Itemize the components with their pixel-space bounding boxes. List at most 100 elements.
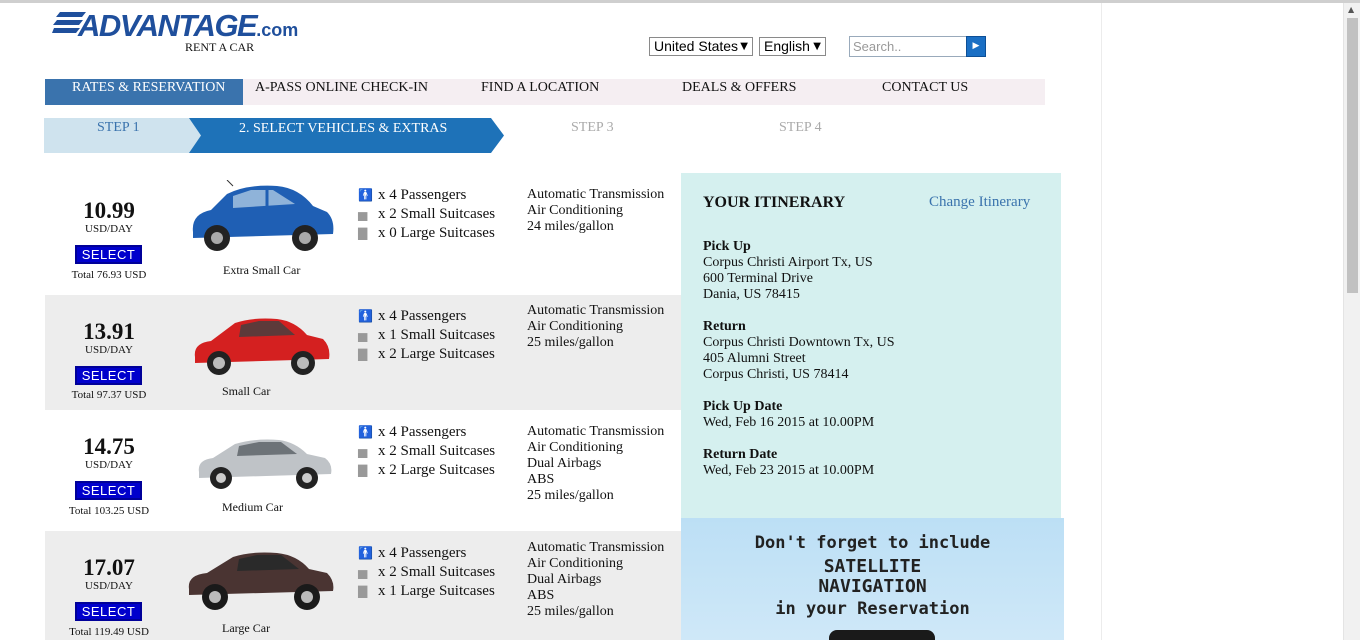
return-line: 405 Alumni Street	[703, 351, 806, 366]
car-name: Medium Car	[222, 500, 283, 514]
nav-rates-reservation[interactable]: RATES & RESERVATION	[45, 79, 243, 105]
car-per-day: USD/DAY	[85, 344, 133, 356]
satellite-navigation-promo[interactable]: Don't forget to include SATELLITE NAVIGA…	[681, 518, 1064, 640]
logo-wordmark: ADVANTAGE.com	[78, 8, 298, 44]
passenger-icon: 🚹	[358, 546, 373, 560]
promo-line-4: in your Reservation	[775, 599, 970, 619]
passenger-count: x 4 Passengers	[378, 308, 467, 324]
return-location: Return Corpus Christi Downtown Tx, US 40…	[703, 319, 894, 383]
car-feature: Dual Airbags	[527, 456, 602, 471]
car-feature: Air Conditioning	[527, 203, 624, 218]
car-price: 14.75	[83, 434, 135, 459]
large-suitcase-icon: ▇	[358, 463, 368, 477]
passenger-count: x 4 Passengers	[378, 424, 467, 440]
logo-domain: .com	[256, 20, 299, 40]
logo-main: ADVANTAGE	[78, 8, 258, 43]
large-suitcase-count: x 0 Large Suitcases	[378, 225, 495, 241]
passenger-count: x 4 Passengers	[378, 545, 467, 561]
car-name: Extra Small Car	[223, 263, 301, 277]
scroll-thumb[interactable]	[1347, 18, 1358, 293]
car-name: Small Car	[222, 384, 271, 398]
return-date: Return Date Wed, Feb 23 2015 at 10.00PM	[703, 447, 874, 479]
large-suitcase-count: x 2 Large Suitcases	[378, 462, 495, 478]
promo-line-1: Don't forget to include	[754, 533, 991, 553]
search-input[interactable]: Search..	[849, 36, 967, 57]
car-feature: 24 miles/gallon	[527, 219, 614, 234]
itinerary-title: YOUR ITINERARY	[703, 194, 846, 211]
car-feature: 25 miles/gallon	[527, 488, 614, 503]
country-select[interactable]: United States ▼	[649, 37, 753, 56]
car-price: 17.07	[83, 555, 135, 580]
car-feature: 25 miles/gallon	[527, 335, 614, 350]
return-heading: Return	[703, 319, 746, 334]
car-feature: Air Conditioning	[527, 319, 624, 334]
return-date-value: Wed, Feb 23 2015 at 10.00PM	[703, 463, 875, 478]
car-per-day: USD/DAY	[85, 580, 133, 592]
car-features: Automatic Transmission Air Conditioning …	[527, 303, 664, 351]
passenger-count: x 4 Passengers	[378, 187, 467, 203]
return-line: Corpus Christi Downtown Tx, US	[703, 335, 895, 350]
car-features: Automatic Transmission Air Conditioning …	[527, 424, 664, 504]
advantage-logo[interactable]: ADVANTAGE.com RENT A CAR	[52, 8, 312, 58]
return-line: Corpus Christi, US 78414	[703, 367, 849, 382]
car-total: Total 119.49 USD	[69, 626, 149, 638]
booking-steps: STEP 1 2. SELECT VEHICLES & EXTRAS STEP …	[44, 118, 1044, 153]
large-suitcase-count: x 1 Large Suitcases	[378, 583, 495, 599]
language-select[interactable]: English ▼	[759, 37, 826, 56]
select-car-button[interactable]: SELECT	[75, 245, 142, 264]
large-suitcase-icon: ▇	[358, 347, 368, 361]
car-feature: Automatic Transmission	[527, 540, 665, 555]
promo-line-3: NAVIGATION	[818, 576, 927, 597]
car-image	[192, 180, 334, 251]
car-feature: Automatic Transmission	[527, 187, 665, 202]
chevron-down-icon: ▼	[813, 41, 821, 52]
car-capacity: 🚹 x 4 Passengers ▅ x 2 Small Suitcases ▇ x …	[358, 423, 495, 480]
pickup-date: Pick Up Date Wed, Feb 16 2015 at 10.00PM	[703, 399, 874, 431]
step-2-arrow: 2. SELECT VEHICLES & EXTRAS	[189, 118, 504, 153]
search-button[interactable]: ▶	[966, 36, 986, 57]
car-feature: ABS	[527, 472, 555, 487]
select-car-button[interactable]: SELECT	[75, 366, 142, 385]
car-feature: 25 miles/gallon	[527, 604, 614, 619]
car-row-extra-small: 10.99 USD/DAY SELECT Total 76.93 USD Ext…	[45, 174, 681, 295]
small-suitcase-count: x 2 Small Suitcases	[378, 443, 496, 459]
small-suitcase-icon: ▅	[358, 565, 368, 579]
car-name: Large Car	[222, 621, 271, 635]
scroll-up-icon[interactable]: ▲	[1348, 5, 1354, 14]
car-image	[188, 552, 334, 610]
step-3: STEP 3	[571, 120, 614, 135]
car-capacity: 🚹 x 4 Passengers ▅ x 1 Small Suitcases ▇ x …	[358, 307, 495, 364]
nav-find-location[interactable]: FIND A LOCATION	[481, 79, 599, 105]
language-value: English	[764, 38, 810, 54]
return-date-heading: Return Date	[703, 447, 778, 462]
select-car-button[interactable]: SELECT	[75, 602, 142, 621]
car-total: Total 76.93 USD	[71, 269, 147, 281]
browser-top-border	[0, 0, 1360, 3]
pickup-location: Pick Up Corpus Christi Airport Tx, US 60…	[703, 239, 873, 303]
car-price: 10.99	[83, 198, 135, 223]
step-4: STEP 4	[779, 120, 822, 135]
car-feature: Automatic Transmission	[527, 303, 665, 318]
car-feature: Air Conditioning	[527, 440, 624, 455]
change-itinerary-link[interactable]: Change Itinerary	[929, 194, 1030, 211]
car-image	[194, 318, 330, 375]
small-suitcase-count: x 2 Small Suitcases	[378, 206, 496, 222]
car-row-large: 17.07 USD/DAY SELECT Total 119.49 USD La…	[45, 531, 681, 640]
small-suitcase-icon: ▅	[358, 444, 368, 458]
chevron-down-icon: ▼	[740, 41, 748, 52]
content-edge	[1101, 3, 1102, 640]
nav-deals-offers[interactable]: DEALS & OFFERS	[682, 79, 796, 105]
pickup-line: Dania, US 78415	[703, 287, 800, 302]
small-suitcase-count: x 2 Small Suitcases	[378, 564, 496, 580]
nav-a-pass-check-in[interactable]: A-PASS ONLINE CHECK-IN	[255, 79, 428, 105]
page-scrollbar[interactable]: ▲	[1343, 3, 1360, 640]
nav-contact-us[interactable]: CONTACT US	[882, 79, 968, 105]
pickup-date-heading: Pick Up Date	[703, 399, 783, 414]
select-car-button[interactable]: SELECT	[75, 481, 142, 500]
pickup-date-value: Wed, Feb 16 2015 at 10.00PM	[703, 415, 875, 430]
small-suitcase-count: x 1 Small Suitcases	[378, 327, 496, 343]
car-feature: Automatic Transmission	[527, 424, 665, 439]
step-1[interactable]: STEP 1	[44, 118, 204, 153]
itinerary-panel: YOUR ITINERARY Change Itinerary Pick Up …	[681, 173, 1061, 519]
car-capacity: 🚹 x 4 Passengers ▅ x 2 Small Suitcases ▇ x …	[358, 544, 495, 601]
